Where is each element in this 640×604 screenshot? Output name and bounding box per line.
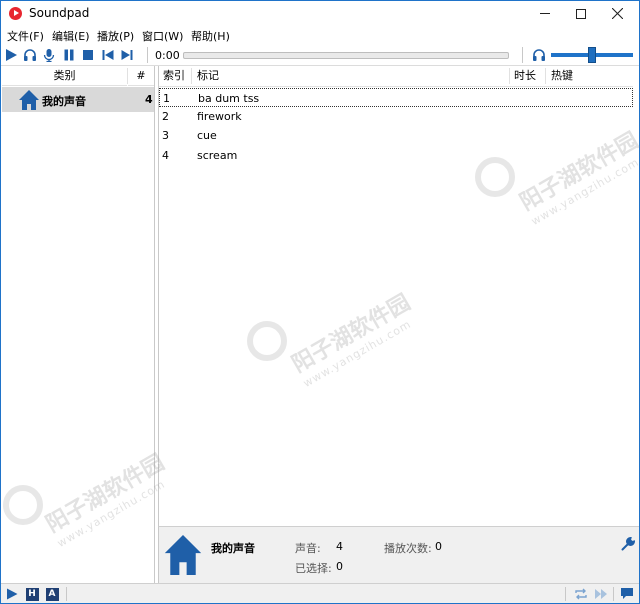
h-letter-icon: H xyxy=(25,587,39,601)
category-count-header[interactable]: # xyxy=(128,66,154,86)
category-count: 4 xyxy=(145,93,153,106)
column-divider[interactable] xyxy=(545,68,546,84)
sound-index: 3 xyxy=(162,129,169,142)
repeat-button[interactable] xyxy=(574,587,588,601)
table-row[interactable]: 3 cue xyxy=(159,126,633,145)
status-bar: H A xyxy=(1,583,639,603)
home-icon xyxy=(19,90,39,110)
category-name-header[interactable]: 类别 xyxy=(2,66,127,86)
table-row[interactable]: 2 firework xyxy=(159,107,633,126)
sounds-count-label: 声音: xyxy=(295,542,321,555)
toolbar-separator xyxy=(147,47,148,63)
selected-count-value: 0 xyxy=(336,560,343,573)
index-column-header[interactable]: 索引 xyxy=(163,66,185,86)
pause-button[interactable] xyxy=(61,47,77,63)
speech-bubble-icon xyxy=(621,588,633,599)
stop-icon xyxy=(83,50,93,60)
chat-button[interactable] xyxy=(620,587,634,601)
sound-index: 2 xyxy=(162,110,169,123)
repeat-icon xyxy=(575,588,587,600)
statusbar-separator xyxy=(66,587,67,601)
statusbar-separator xyxy=(565,587,566,601)
sounds-count-value: 4 xyxy=(336,540,343,553)
toolbar-separator xyxy=(522,47,523,63)
duration-column-header[interactable]: 时长 xyxy=(514,66,536,86)
microphone-icon xyxy=(43,49,55,62)
play-to-microphone-button[interactable] xyxy=(41,47,57,63)
previous-button[interactable] xyxy=(100,47,116,63)
stop-button[interactable] xyxy=(80,47,96,63)
sound-tag: scream xyxy=(197,149,238,162)
sound-index: 1 xyxy=(163,92,170,105)
pause-icon xyxy=(64,49,74,61)
sound-tag: ba dum tss xyxy=(198,92,260,105)
play-icon xyxy=(7,588,18,600)
fast-forward-icon xyxy=(595,589,607,599)
play-button[interactable] xyxy=(3,47,19,63)
sound-tag: firework xyxy=(197,110,242,123)
wrench-icon xyxy=(621,536,636,551)
playback-toolbar: 0:00 xyxy=(1,44,639,66)
column-divider[interactable] xyxy=(509,68,510,84)
play-count-label: 播放次数: xyxy=(384,542,432,555)
play-to-speakers-button[interactable] xyxy=(22,47,38,63)
hotkey-column-header[interactable]: 热键 xyxy=(551,66,573,86)
a-letter-icon: A xyxy=(45,587,59,601)
statusbar-separator xyxy=(613,587,614,601)
next-button[interactable] xyxy=(119,47,135,63)
sound-index: 4 xyxy=(162,149,169,162)
info-category-name: 我的声音 xyxy=(211,542,255,555)
play-icon xyxy=(6,49,17,61)
tag-column-header[interactable]: 标记 xyxy=(197,66,219,86)
hotkeys-toggle-button[interactable]: H xyxy=(25,587,39,601)
previous-icon xyxy=(102,50,114,60)
menu-play[interactable]: 播放(P) xyxy=(97,28,134,44)
close-icon xyxy=(611,8,623,19)
menu-window[interactable]: 窗口(W) xyxy=(142,28,183,44)
table-row[interactable]: 1 ba dum tss xyxy=(159,88,633,107)
category-panel: 类别 # 我的声音 4 xyxy=(2,66,155,583)
play-next-button[interactable] xyxy=(594,587,608,601)
next-icon xyxy=(121,50,133,60)
volume-slider-thumb[interactable] xyxy=(588,47,596,63)
window-title: Soundpad xyxy=(29,6,90,20)
column-divider[interactable] xyxy=(191,68,192,84)
minimize-icon xyxy=(540,13,550,14)
seek-bar[interactable] xyxy=(183,52,509,59)
category-name: 我的声音 xyxy=(42,95,86,108)
sound-tag: cue xyxy=(197,129,217,142)
volume-headphones-button[interactable] xyxy=(531,47,547,63)
playback-time: 0:00 xyxy=(155,49,180,62)
category-info-panel: 我的声音 声音: 4 播放次数: 0 已选择: 0 xyxy=(158,526,639,583)
soundpad-app-icon xyxy=(9,7,22,20)
menu-edit[interactable]: 编辑(E) xyxy=(52,28,90,44)
headphones-icon xyxy=(533,49,545,61)
table-row[interactable]: 4 scream xyxy=(159,146,633,165)
headphones-icon xyxy=(24,49,36,61)
close-button[interactable] xyxy=(595,1,639,26)
menu-bar: 文件(F) 编辑(E) 播放(P) 窗口(W) 帮助(H) xyxy=(1,26,639,44)
settings-button[interactable] xyxy=(621,536,636,554)
home-icon xyxy=(164,535,202,575)
play-count-value: 0 xyxy=(435,540,442,553)
sound-list: 索引 标记 时长 热键 1 ba dum tss 2 firework 3 cu… xyxy=(158,66,639,526)
category-item-my-sounds[interactable]: 我的声音 4 xyxy=(2,87,154,112)
title-bar: Soundpad xyxy=(1,1,639,26)
selected-count-label: 已选择: xyxy=(295,562,332,575)
maximize-icon xyxy=(576,8,586,19)
soundpad-window: Soundpad 文件(F) 编辑(E) 播放(P) 窗口(W) 帮助(H) 0… xyxy=(0,0,640,604)
menu-help[interactable]: 帮助(H) xyxy=(191,28,230,44)
auto-toggle-button[interactable]: A xyxy=(45,587,59,601)
menu-file[interactable]: 文件(F) xyxy=(7,28,44,44)
status-play-button[interactable] xyxy=(5,587,19,601)
header-border xyxy=(159,86,633,87)
